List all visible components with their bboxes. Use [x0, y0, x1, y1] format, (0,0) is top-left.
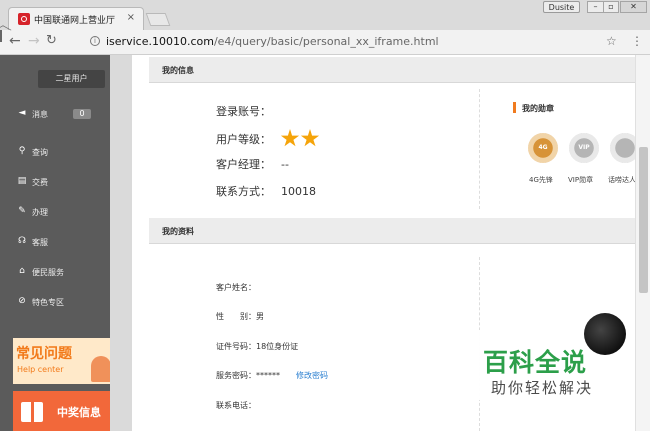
special-icon: ⊘	[18, 296, 26, 306]
change-password-link[interactable]: 修改密码	[296, 371, 328, 380]
search-icon: ⚲	[18, 146, 26, 156]
prize-info-banner[interactable]: 中奖信息	[13, 391, 110, 431]
window-minimize-button[interactable]: –	[587, 1, 604, 13]
window-maximize-button[interactable]: ▫	[603, 1, 619, 13]
medal-label: VIP勋章	[568, 176, 594, 184]
url-path: /e4/query/basic/personal_xx_iframe.html	[213, 35, 439, 48]
medal-inner-text: VIP	[578, 144, 590, 151]
help-center-banner[interactable]: 常见问题 Help center	[13, 338, 110, 384]
message-count-badge: 0	[73, 109, 91, 119]
service-password-row: 服务密码：****** 修改密码	[216, 370, 328, 381]
new-tab-button[interactable]	[145, 13, 171, 26]
tab-close-icon[interactable]: ×	[127, 12, 135, 23]
divider	[479, 89, 480, 209]
site-info-icon[interactable]: i	[90, 36, 100, 46]
window-close-button[interactable]: ✕	[620, 1, 647, 13]
sidebar-item-label: 消息	[32, 110, 48, 119]
account-manager-row: 客户经理： --	[216, 156, 289, 172]
sidebar-item-service[interactable]: ☊ 客服	[0, 231, 110, 253]
unicom-favicon-icon	[18, 13, 30, 25]
forward-arrow-icon[interactable]: →	[28, 33, 40, 49]
chatter-medal-icon[interactable]	[610, 133, 635, 163]
section-title: 我的信息	[162, 66, 194, 75]
customer-name-label: 客户姓名：	[216, 283, 256, 292]
customer-name-row: 客户姓名：	[216, 282, 260, 293]
reload-icon[interactable]: ↻	[46, 33, 57, 49]
watermark-subtitle: 助你轻松解决	[491, 379, 594, 397]
login-account-row: 登录账号：	[216, 103, 281, 119]
account-manager-label: 客户经理：	[216, 158, 271, 171]
prize-banner-title: 中奖信息	[57, 406, 101, 419]
user-level-button[interactable]: 二星用户	[38, 70, 105, 88]
star-icon	[280, 129, 300, 147]
pen-icon: ✎	[18, 206, 26, 216]
profile-chip[interactable]: Dusite	[543, 1, 580, 13]
bookmark-star-icon[interactable]: ☆	[606, 34, 617, 48]
sidebar: 二星用户 ◄ 消息 0 ⚲ 查询 ▤ 交费 ✎ 办理 ☊ 客服 ⌂ 便民服务 ⊘…	[0, 55, 110, 431]
star-icon	[300, 129, 320, 147]
sidebar-item-label: 特色专区	[32, 298, 64, 307]
bill-icon: ▤	[17, 176, 27, 186]
headset-icon: ☊	[18, 236, 26, 246]
watermark-ball-icon	[584, 313, 626, 355]
id-number-label: 证件号码：	[216, 342, 256, 351]
shop-icon: ⌂	[19, 266, 25, 276]
user-level-label: 用户等级：	[216, 133, 271, 146]
gender-value: 男	[256, 312, 264, 321]
my-profile-header: 我的资料	[149, 218, 635, 244]
contact-phone-row: 联系电话：	[216, 400, 260, 411]
help-banner-title: 常见问题	[16, 346, 72, 362]
browser-toolbar: ← → ↻ i iservice.10010.com/e4/query/basi…	[0, 30, 650, 55]
my-medals-title: 我的勋章	[513, 102, 554, 113]
sidebar-item-label: 查询	[32, 148, 48, 157]
home-icon[interactable]	[0, 30, 2, 42]
speaker-icon: ◄	[18, 108, 26, 118]
sidebar-item-payment[interactable]: ▤ 交费	[0, 171, 110, 193]
tab-title: 中国联通网上营业厅	[34, 16, 116, 26]
user-level-row: 用户等级：	[216, 129, 321, 151]
url-host: iservice.10010.com	[106, 35, 214, 48]
browser-tab[interactable]: 中国联通网上营业厅 ×	[8, 7, 144, 30]
user-level-stars	[280, 129, 321, 151]
id-number-value: 18位身份证	[256, 342, 299, 351]
help-figure-icon	[91, 356, 110, 382]
my-info-header: 我的信息	[149, 57, 635, 83]
browser-menu-icon[interactable]: ⋮	[631, 34, 643, 48]
back-arrow-icon[interactable]: ←	[9, 33, 21, 49]
sidebar-item-messages[interactable]: ◄ 消息 0	[0, 103, 110, 125]
gender-label: 性 别：	[216, 312, 256, 321]
browser-tab-strip: 中国联通网上营业厅 × Dusite – ▫ ✕	[0, 0, 650, 30]
watermark-title: 百科全说	[483, 348, 588, 377]
sidebar-item-query[interactable]: ⚲ 查询	[0, 141, 110, 163]
vip-medal-icon[interactable]: VIP	[569, 133, 599, 163]
section-title: 我的资料	[162, 227, 194, 236]
medal-inner-text: 4G	[538, 144, 548, 151]
login-account-label: 登录账号：	[216, 105, 271, 118]
sidebar-item-label: 交费	[32, 178, 48, 187]
medal-label: 4G先锋	[529, 176, 553, 184]
sidebar-item-label: 客服	[32, 238, 48, 247]
gender-row: 性 别：男	[216, 311, 264, 322]
id-number-row: 证件号码：18位身份证	[216, 341, 298, 352]
sidebar-item-convenience[interactable]: ⌂ 便民服务	[0, 261, 110, 283]
address-bar[interactable]: iservice.10010.com/e4/query/basic/person…	[106, 33, 606, 51]
medal-label: 话唠达人	[608, 176, 635, 184]
help-banner-subtitle: Help center	[17, 365, 64, 374]
page-scrollbar[interactable]	[635, 55, 650, 431]
gift-icon	[21, 402, 43, 422]
sidebar-item-label: 便民服务	[32, 268, 64, 277]
service-password-value: ******	[256, 371, 280, 380]
contact-phone-label: 联系电话：	[216, 401, 256, 410]
4g-pioneer-medal-icon[interactable]: 4G	[528, 133, 558, 163]
contact-label: 联系方式：	[216, 185, 271, 198]
service-password-label: 服务密码：	[216, 371, 256, 380]
sidebar-item-handle[interactable]: ✎ 办理	[0, 201, 110, 223]
sidebar-item-label: 办理	[32, 208, 48, 217]
contact-value: 10018	[281, 185, 316, 198]
scrollbar-thumb[interactable]	[639, 147, 648, 293]
contact-row: 联系方式： 10018	[216, 183, 316, 199]
sidebar-item-special[interactable]: ⊘ 特色专区	[0, 291, 110, 313]
account-manager-value: --	[281, 158, 289, 171]
